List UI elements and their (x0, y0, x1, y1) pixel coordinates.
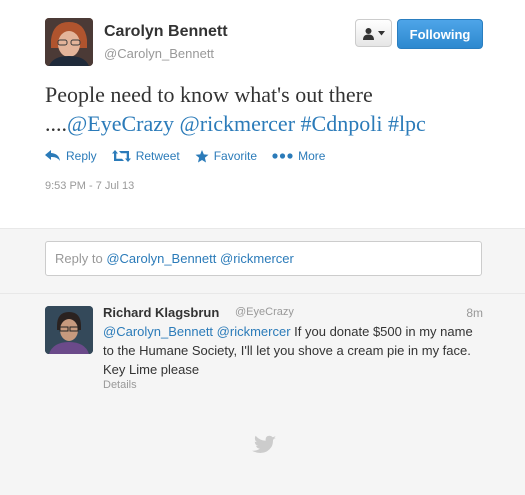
twitter-bird-icon (252, 435, 276, 453)
mention-link[interactable]: @EyeCrazy (67, 111, 174, 136)
author-handle[interactable]: @Carolyn_Bennett (104, 46, 214, 61)
avatar-photo-icon (45, 18, 93, 66)
reply-prefix: Reply to (55, 251, 103, 266)
retweet-button[interactable]: Retweet (111, 149, 180, 163)
favorite-label: Favorite (213, 149, 258, 163)
reply-tweet[interactable]: Richard Klagsbrun @EyeCrazy 8m @Carolyn_… (0, 294, 525, 495)
author-name[interactable]: Carolyn Bennett (104, 23, 228, 41)
avatar[interactable] (45, 306, 93, 354)
tweet-actions: Reply Retweet Favorite More (45, 147, 340, 165)
reply-author-name[interactable]: Richard Klagsbrun (103, 305, 219, 320)
mention-link[interactable]: @rickmercer (217, 324, 291, 339)
reply-text: @Carolyn_Bennett @rickmercer If you dona… (103, 322, 485, 379)
mention-link[interactable]: @Carolyn_Bennett (103, 324, 213, 339)
reply-button[interactable]: Reply (45, 149, 97, 163)
tweet-timestamp[interactable]: 9:53 PM - 7 Jul 13 (45, 180, 134, 192)
retweet-label: Retweet (135, 149, 180, 163)
hashtag-link[interactable]: #lpc (388, 111, 426, 136)
hashtag-link[interactable]: #Cdnpoli (301, 111, 383, 136)
avatar[interactable] (45, 18, 93, 66)
reply-label: Reply (66, 149, 97, 163)
more-label: More (298, 149, 326, 163)
following-button[interactable]: Following (397, 19, 483, 49)
reply-region: Reply to @Carolyn_Bennett @rickmercer (0, 229, 525, 294)
reply-icon (45, 150, 60, 161)
reply-author-handle[interactable]: @EyeCrazy (235, 306, 294, 318)
tweet-text: People need to know what's out there ...… (45, 80, 505, 138)
avatar-photo-icon (45, 306, 93, 354)
reply-mention: @Carolyn_Bennett (106, 251, 217, 266)
reply-timestamp[interactable]: 8m (466, 306, 483, 320)
reply-mention: @rickmercer (220, 251, 294, 266)
main-tweet: Carolyn Bennett @Carolyn_Bennett Followi… (0, 0, 525, 229)
details-link[interactable]: Details (103, 379, 137, 391)
mention-link[interactable]: @rickmercer (180, 111, 296, 136)
more-button[interactable]: More (272, 149, 325, 163)
favorite-button[interactable]: Favorite (195, 149, 257, 163)
user-actions-dropdown[interactable] (355, 19, 392, 47)
caret-down-icon (378, 30, 385, 35)
reply-input[interactable]: Reply to @Carolyn_Bennett @rickmercer (45, 241, 482, 276)
more-dots-icon (272, 153, 293, 159)
star-icon (195, 149, 209, 162)
person-icon (363, 27, 374, 40)
retweet-icon (111, 150, 131, 162)
